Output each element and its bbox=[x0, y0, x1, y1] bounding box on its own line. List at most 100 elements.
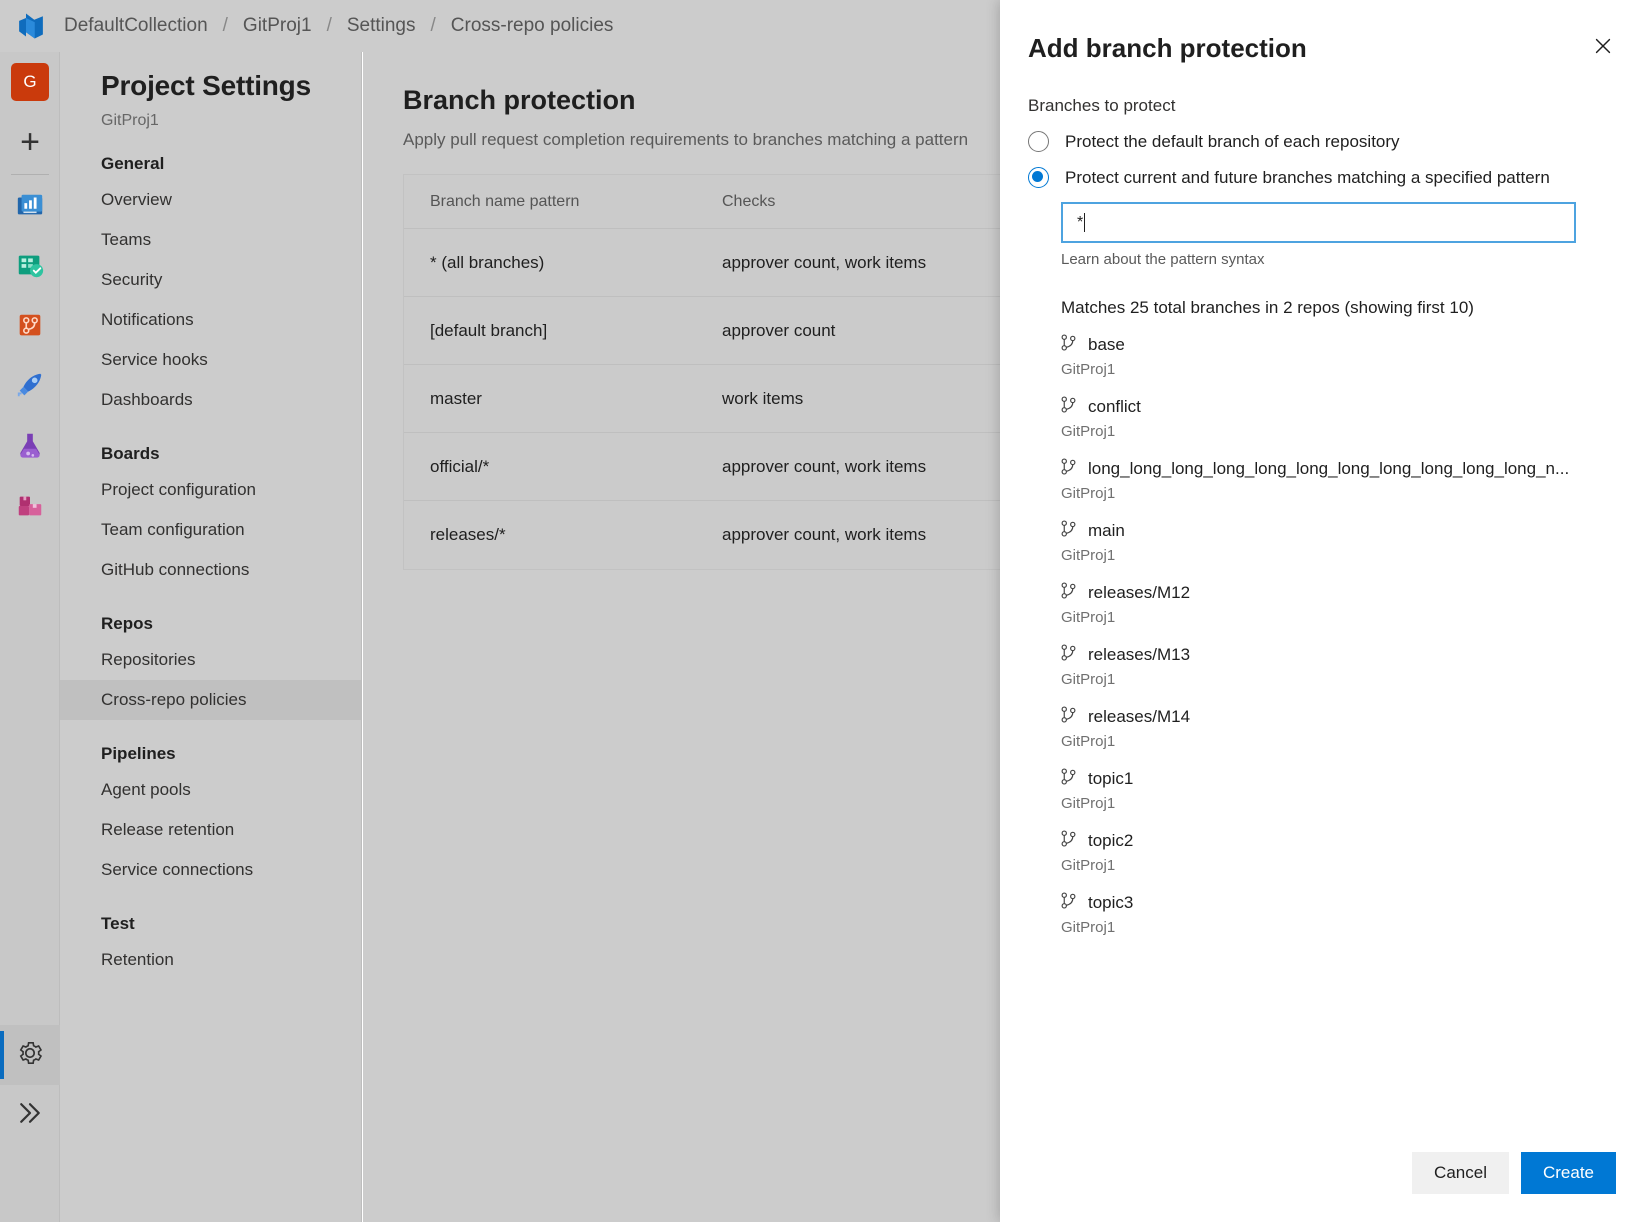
project-settings-nav: Project Settings GitProj1 General Overvi… bbox=[60, 52, 362, 1222]
branch-repo: GitProj1 bbox=[1061, 547, 1616, 564]
nav-group-repos: Repos bbox=[60, 590, 361, 640]
sidebar-item-github-connections[interactable]: GitHub connections bbox=[60, 550, 361, 590]
list-item: releases/M13 GitProj1 bbox=[1061, 644, 1616, 688]
breadcrumb: DefaultCollection / GitProj1 / Settings … bbox=[62, 15, 615, 37]
text-cursor bbox=[1084, 213, 1085, 232]
list-item: main GitProj1 bbox=[1061, 520, 1616, 564]
sidebar-item-boards[interactable] bbox=[0, 237, 60, 297]
add-branch-protection-panel: Add branch protection Branches to protec… bbox=[1000, 0, 1644, 1222]
panel-title: Add branch protection bbox=[1028, 33, 1604, 64]
branch-name: long_long_long_long_long_long_long_long_… bbox=[1088, 459, 1569, 479]
branch-repo: GitProj1 bbox=[1061, 857, 1616, 874]
radio-button-unchecked-icon[interactable] bbox=[1028, 131, 1049, 152]
list-item: releases/M12 GitProj1 bbox=[1061, 582, 1616, 626]
branch-repo: GitProj1 bbox=[1061, 609, 1616, 626]
branch-name: base bbox=[1088, 335, 1125, 355]
radio-label-pattern: Protect current and future branches matc… bbox=[1065, 168, 1550, 188]
list-item: base GitProj1 bbox=[1061, 334, 1616, 378]
branches-to-protect-label: Branches to protect bbox=[1028, 96, 1616, 116]
project-avatar-initial: G bbox=[11, 63, 49, 101]
git-branch-icon bbox=[1061, 892, 1076, 914]
chevron-double-right-icon bbox=[15, 1098, 45, 1133]
sidebar-item-agent-pools[interactable]: Agent pools bbox=[60, 770, 361, 810]
radio-label-default-branch: Protect the default branch of each repos… bbox=[1065, 132, 1400, 152]
pattern-syntax-link[interactable]: Learn about the pattern syntax bbox=[1061, 251, 1616, 268]
branch-pattern-value: * bbox=[1077, 214, 1083, 232]
page-title: Project Settings bbox=[60, 52, 361, 102]
git-branch-icon bbox=[1061, 768, 1076, 790]
branch-repo: GitProj1 bbox=[1061, 919, 1616, 936]
cell-pattern: * (all branches) bbox=[404, 253, 722, 273]
sidebar-item-overview[interactable]: Overview bbox=[60, 180, 361, 220]
breadcrumb-separator: / bbox=[314, 15, 345, 37]
branch-pattern-input[interactable]: * bbox=[1061, 202, 1576, 243]
branch-name: topic1 bbox=[1088, 769, 1133, 789]
sidebar-item-repositories[interactable]: Repositories bbox=[60, 640, 361, 680]
sidebar-item-cross-repo-policies[interactable]: Cross-repo policies bbox=[60, 680, 361, 720]
sidebar-item-repos[interactable] bbox=[0, 297, 60, 357]
sidebar-item-project-configuration[interactable]: Project configuration bbox=[60, 470, 361, 510]
list-item: long_long_long_long_long_long_long_long_… bbox=[1061, 458, 1616, 502]
branch-name: topic2 bbox=[1088, 831, 1133, 851]
artifacts-icon bbox=[15, 490, 45, 525]
branch-name: main bbox=[1088, 521, 1125, 541]
nav-group-pipelines: Pipelines bbox=[60, 720, 361, 770]
panel-header: Add branch protection bbox=[1000, 0, 1644, 64]
cell-pattern: releases/* bbox=[404, 525, 722, 545]
list-item: topic3 GitProj1 bbox=[1061, 892, 1616, 936]
branch-name: conflict bbox=[1088, 397, 1141, 417]
panel-footer: Cancel Create bbox=[1000, 1152, 1644, 1222]
breadcrumb-separator: / bbox=[210, 15, 241, 37]
sidebar-item-retention[interactable]: Retention bbox=[60, 940, 361, 980]
sidebar-item-security[interactable]: Security bbox=[60, 260, 361, 300]
branch-name: releases/M13 bbox=[1088, 645, 1190, 665]
cell-pattern: official/* bbox=[404, 457, 722, 477]
plus-icon: + bbox=[20, 125, 40, 159]
cancel-button[interactable]: Cancel bbox=[1412, 1152, 1509, 1194]
sidebar-item-notifications[interactable]: Notifications bbox=[60, 300, 361, 340]
breadcrumb-item-project[interactable]: GitProj1 bbox=[241, 15, 314, 37]
create-button[interactable]: Create bbox=[1521, 1152, 1616, 1194]
azure-devops-logo-icon[interactable] bbox=[0, 0, 62, 52]
breadcrumb-item-current[interactable]: Cross-repo policies bbox=[449, 15, 616, 37]
sidebar-item-overview[interactable] bbox=[0, 177, 60, 237]
cell-pattern: [default branch] bbox=[404, 321, 722, 341]
expand-nav-button[interactable] bbox=[0, 1085, 60, 1145]
breadcrumb-item-collection[interactable]: DefaultCollection bbox=[62, 15, 210, 37]
sidebar-item-dashboards[interactable]: Dashboards bbox=[60, 380, 361, 420]
close-button[interactable] bbox=[1584, 28, 1622, 66]
panel-body: Branches to protect Protect the default … bbox=[1000, 64, 1644, 1152]
breadcrumb-item-settings[interactable]: Settings bbox=[345, 15, 418, 37]
sidebar-item-team-configuration[interactable]: Team configuration bbox=[60, 510, 361, 550]
column-header-pattern: Branch name pattern bbox=[404, 193, 722, 211]
nav-group-test: Test bbox=[60, 890, 361, 940]
rail-divider bbox=[11, 174, 49, 175]
branch-name: releases/M12 bbox=[1088, 583, 1190, 603]
branch-repo: GitProj1 bbox=[1061, 361, 1616, 378]
radio-protect-default-branch[interactable]: Protect the default branch of each repos… bbox=[1028, 131, 1616, 152]
list-item: topic1 GitProj1 bbox=[1061, 768, 1616, 812]
sidebar-item-service-connections[interactable]: Service connections bbox=[60, 850, 361, 890]
git-branch-icon bbox=[1061, 582, 1076, 604]
radio-button-checked-icon[interactable] bbox=[1028, 167, 1049, 188]
pipelines-icon bbox=[15, 370, 45, 405]
git-branch-icon bbox=[1061, 334, 1076, 356]
sidebar-item-test-plans[interactable] bbox=[0, 417, 60, 477]
sidebar-item-release-retention[interactable]: Release retention bbox=[60, 810, 361, 850]
git-branch-icon bbox=[1061, 706, 1076, 728]
project-name-label: GitProj1 bbox=[60, 102, 361, 130]
sidebar-item-teams[interactable]: Teams bbox=[60, 220, 361, 260]
nav-group-general: General bbox=[60, 130, 361, 180]
boards-icon bbox=[15, 250, 45, 285]
sidebar-item-artifacts[interactable] bbox=[0, 477, 60, 537]
breadcrumb-separator: / bbox=[418, 15, 449, 37]
radio-protect-pattern[interactable]: Protect current and future branches matc… bbox=[1028, 167, 1616, 188]
sidebar-item-service-hooks[interactable]: Service hooks bbox=[60, 340, 361, 380]
project-avatar[interactable]: G bbox=[0, 52, 60, 112]
sidebar-item-pipelines[interactable] bbox=[0, 357, 60, 417]
repos-icon bbox=[15, 310, 45, 345]
overview-icon bbox=[15, 190, 45, 225]
list-item: releases/M14 GitProj1 bbox=[1061, 706, 1616, 750]
project-settings-button[interactable] bbox=[0, 1025, 60, 1085]
create-new-button[interactable]: + bbox=[0, 112, 60, 172]
